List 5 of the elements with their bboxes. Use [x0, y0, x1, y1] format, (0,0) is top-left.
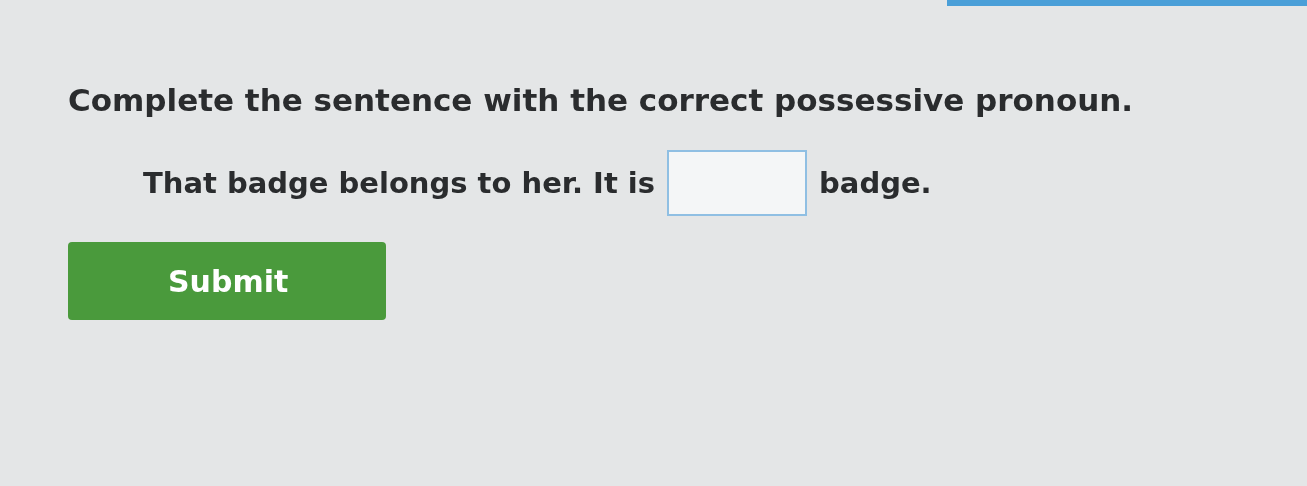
answer-box[interactable]	[667, 150, 808, 216]
instruction-text: Complete the sentence with the correct possessive pronoun.	[68, 82, 1134, 118]
submit-button[interactable]: Submit	[68, 242, 386, 320]
sentence-text: That badge belongs to her. It is	[143, 166, 656, 200]
sentence-text: badge.	[819, 166, 932, 200]
